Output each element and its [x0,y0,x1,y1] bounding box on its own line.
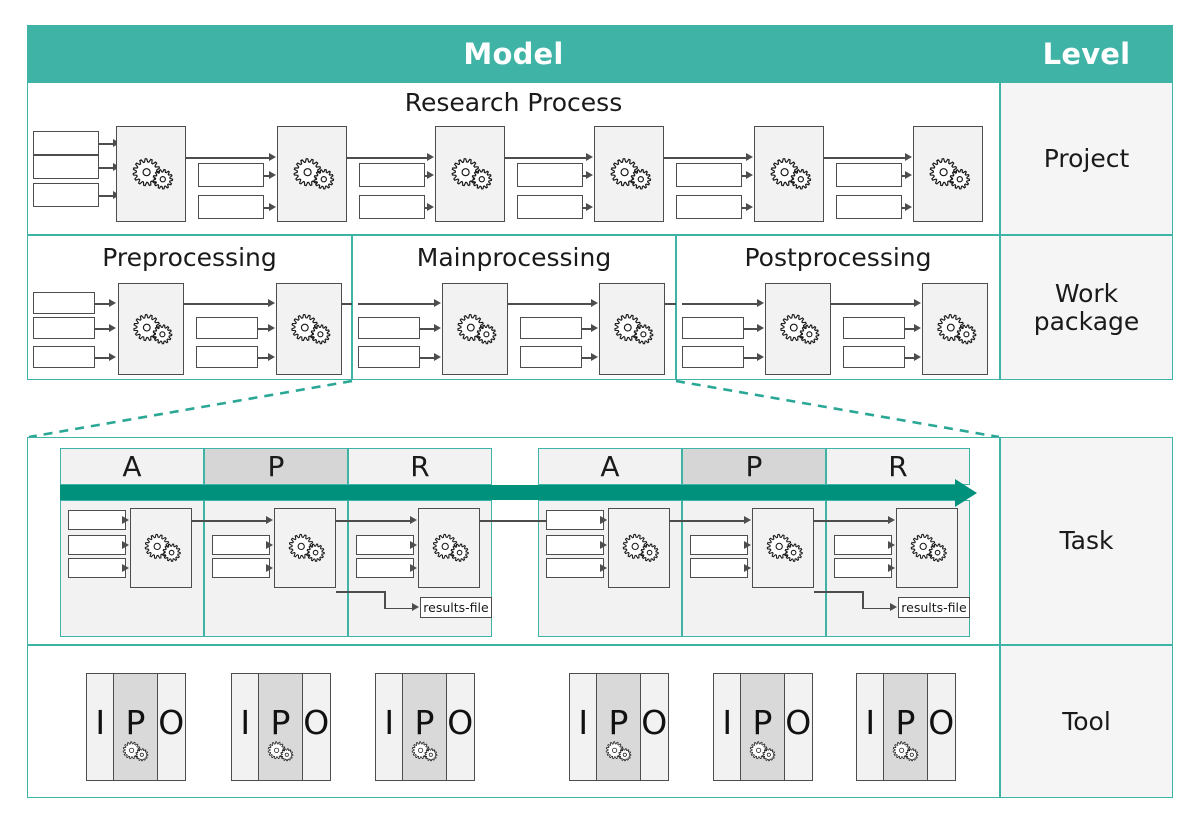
tool-segment-p-4: P [597,674,641,780]
tool-segment-o-4: O [640,674,668,780]
tool-segment-label: P [752,703,773,742]
tool-ipo-box-2: IPO [231,673,331,781]
tool-segment-o-1: O [157,674,185,780]
tool-segment-label: I [384,703,395,742]
tool-segment-label: P [125,703,146,742]
tool-segment-p-5: P [741,674,785,780]
tool-segment-i-3: I [376,674,404,780]
tool-segment-label: P [270,703,291,742]
tool-segment-label: O [303,703,330,742]
tool-segment-label: P [414,703,435,742]
tool-segment-p-3: P [403,674,447,780]
tool-segment-p-6: P [884,674,928,780]
tool-ipo-box-6: IPO [856,673,956,781]
tool-segment-o-2: O [302,674,330,780]
tool-segment-i-6: I [857,674,885,780]
tool-ipo-box-3: IPO [375,673,475,781]
tool-flow: IPOIPOIPOIPOIPOIPO [0,0,1200,826]
tool-segment-o-5: O [784,674,812,780]
tool-segment-p-2: P [259,674,303,780]
tool-segment-o-3: O [446,674,474,780]
gears-icon [606,741,632,762]
gears-icon [750,741,776,762]
tool-segment-label: O [641,703,668,742]
tool-segment-p-1: P [114,674,158,780]
diagram-root: Model Level Project Research Process Wor… [0,0,1200,826]
tool-segment-label: I [722,703,733,742]
tool-segment-label: P [608,703,629,742]
tool-ipo-box-5: IPO [713,673,813,781]
tool-segment-o-6: O [927,674,955,780]
gears-icon [412,741,438,762]
tool-segment-label: I [240,703,251,742]
tool-segment-label: I [865,703,876,742]
tool-segment-label: O [158,703,185,742]
tool-segment-label: O [447,703,474,742]
tool-segment-label: I [578,703,589,742]
tool-segment-label: P [895,703,916,742]
gears-icon [893,741,919,762]
tool-segment-label: O [785,703,812,742]
tool-segment-i-4: I [570,674,598,780]
tool-segment-i-5: I [714,674,742,780]
tool-ipo-box-4: IPO [569,673,669,781]
tool-segment-label: O [928,703,955,742]
tool-segment-label: I [95,703,106,742]
tool-ipo-box-1: IPO [86,673,186,781]
tool-segment-i-1: I [87,674,115,780]
gears-icon [123,741,149,762]
tool-segment-i-2: I [232,674,260,780]
gears-icon [268,741,294,762]
